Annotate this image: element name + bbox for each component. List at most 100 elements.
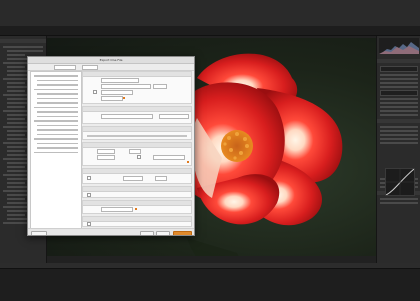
left-panel-row[interactable] bbox=[3, 46, 43, 48]
metadata-include-select[interactable] bbox=[101, 207, 133, 212]
image-format-select[interactable] bbox=[97, 149, 115, 154]
histogram-icon bbox=[379, 42, 419, 54]
export-to-select[interactable] bbox=[54, 65, 76, 70]
right-panel bbox=[376, 36, 420, 268]
slider-row[interactable] bbox=[380, 142, 418, 144]
slider-row[interactable] bbox=[380, 86, 418, 88]
left-panel-row[interactable] bbox=[7, 82, 25, 84]
slider-row[interactable] bbox=[380, 202, 418, 204]
preset-item[interactable] bbox=[34, 151, 78, 153]
export-location-section bbox=[82, 71, 192, 104]
limit-size-field[interactable] bbox=[153, 155, 185, 160]
dialog-title: Export One File bbox=[28, 57, 194, 64]
slider-row[interactable] bbox=[380, 198, 418, 200]
left-panel-row[interactable] bbox=[7, 50, 43, 52]
video-section bbox=[82, 126, 192, 140]
dialog-footer bbox=[28, 228, 194, 235]
plugin-manager-button[interactable] bbox=[31, 231, 47, 235]
checkbox-icon[interactable] bbox=[93, 90, 97, 94]
left-panel-row[interactable] bbox=[7, 214, 25, 216]
preset-item[interactable] bbox=[37, 111, 78, 113]
left-panel-row[interactable] bbox=[7, 106, 25, 108]
resize-select[interactable] bbox=[123, 176, 143, 181]
done-button[interactable] bbox=[156, 231, 170, 235]
left-panel-row[interactable] bbox=[7, 134, 25, 136]
checkbox-icon[interactable] bbox=[137, 155, 141, 159]
left-panel-row[interactable] bbox=[7, 66, 25, 68]
tone-panel-header[interactable] bbox=[377, 119, 420, 123]
basic-panel-header[interactable] bbox=[377, 59, 420, 63]
preset-item[interactable] bbox=[34, 120, 78, 122]
preset-item[interactable] bbox=[37, 129, 78, 131]
slider-row[interactable] bbox=[380, 130, 418, 132]
left-panel-row[interactable] bbox=[7, 166, 25, 168]
color-space-select[interactable] bbox=[97, 155, 115, 160]
resolution-field[interactable] bbox=[155, 176, 167, 181]
checkbox-icon[interactable] bbox=[87, 176, 91, 180]
navigator-header[interactable] bbox=[0, 39, 46, 43]
export-to-field[interactable] bbox=[101, 78, 139, 83]
section-header[interactable] bbox=[83, 187, 191, 192]
section-header[interactable] bbox=[83, 169, 191, 174]
metadata-indicator bbox=[135, 208, 137, 210]
choose-button[interactable] bbox=[153, 84, 167, 89]
treatment-select[interactable] bbox=[380, 90, 418, 96]
preset-item[interactable] bbox=[37, 79, 78, 81]
slider-row[interactable] bbox=[380, 138, 418, 140]
left-panel-row[interactable] bbox=[7, 90, 25, 92]
preset-item[interactable] bbox=[37, 93, 78, 95]
preset-item[interactable] bbox=[34, 75, 78, 77]
preset-item[interactable] bbox=[37, 102, 78, 104]
left-panel-row[interactable] bbox=[7, 182, 25, 184]
preset-item[interactable] bbox=[37, 124, 78, 126]
preset-item[interactable] bbox=[37, 142, 78, 144]
export-button[interactable] bbox=[173, 231, 192, 235]
cancel-button[interactable] bbox=[140, 231, 154, 235]
preset-item[interactable] bbox=[37, 147, 78, 149]
tone-curve-icon[interactable] bbox=[385, 168, 415, 196]
existing-files-select[interactable] bbox=[101, 96, 123, 101]
checkbox-icon[interactable] bbox=[87, 222, 91, 226]
folder-field[interactable] bbox=[101, 84, 151, 89]
profile-select[interactable] bbox=[380, 66, 418, 72]
slider-row[interactable] bbox=[380, 82, 418, 84]
slider-row[interactable] bbox=[380, 110, 418, 112]
slider-row[interactable] bbox=[380, 98, 418, 100]
section-header[interactable] bbox=[83, 217, 191, 222]
section-header[interactable] bbox=[83, 143, 191, 148]
slider-row[interactable] bbox=[380, 126, 418, 128]
export-dialog: Export One File bbox=[27, 56, 195, 236]
preset-item[interactable] bbox=[34, 106, 78, 108]
preset-item[interactable] bbox=[34, 88, 78, 90]
slider-row[interactable] bbox=[380, 134, 418, 136]
section-header[interactable] bbox=[83, 107, 191, 112]
subfolder-field[interactable] bbox=[101, 90, 133, 95]
rename-field[interactable] bbox=[101, 114, 153, 119]
slider-row[interactable] bbox=[380, 74, 418, 76]
output-sharpening-section bbox=[82, 186, 192, 198]
quality-field[interactable] bbox=[129, 149, 141, 154]
slider-row[interactable] bbox=[380, 106, 418, 108]
export-destination-select[interactable] bbox=[82, 65, 98, 70]
export-settings bbox=[82, 71, 192, 227]
preset-item[interactable] bbox=[37, 133, 78, 135]
file-naming-section bbox=[82, 106, 192, 124]
section-header[interactable] bbox=[83, 127, 191, 132]
preset-item[interactable] bbox=[37, 97, 78, 99]
preset-item[interactable] bbox=[34, 138, 78, 140]
existing-files-indicator bbox=[123, 97, 125, 99]
preset-item[interactable] bbox=[37, 84, 78, 86]
file-settings-indicator bbox=[187, 161, 189, 163]
slider-row[interactable] bbox=[380, 114, 418, 116]
slider-row[interactable] bbox=[380, 102, 418, 104]
section-header[interactable] bbox=[83, 72, 191, 77]
section-header[interactable] bbox=[83, 201, 191, 206]
checkbox-icon[interactable] bbox=[87, 193, 91, 197]
left-panel-row[interactable] bbox=[7, 198, 25, 200]
left-panel-row[interactable] bbox=[7, 54, 25, 56]
left-panel-row[interactable] bbox=[7, 118, 25, 120]
preset-item[interactable] bbox=[37, 115, 78, 117]
left-panel-row[interactable] bbox=[7, 150, 25, 152]
slider-row[interactable] bbox=[380, 78, 418, 80]
file-extension-select[interactable] bbox=[159, 114, 189, 119]
